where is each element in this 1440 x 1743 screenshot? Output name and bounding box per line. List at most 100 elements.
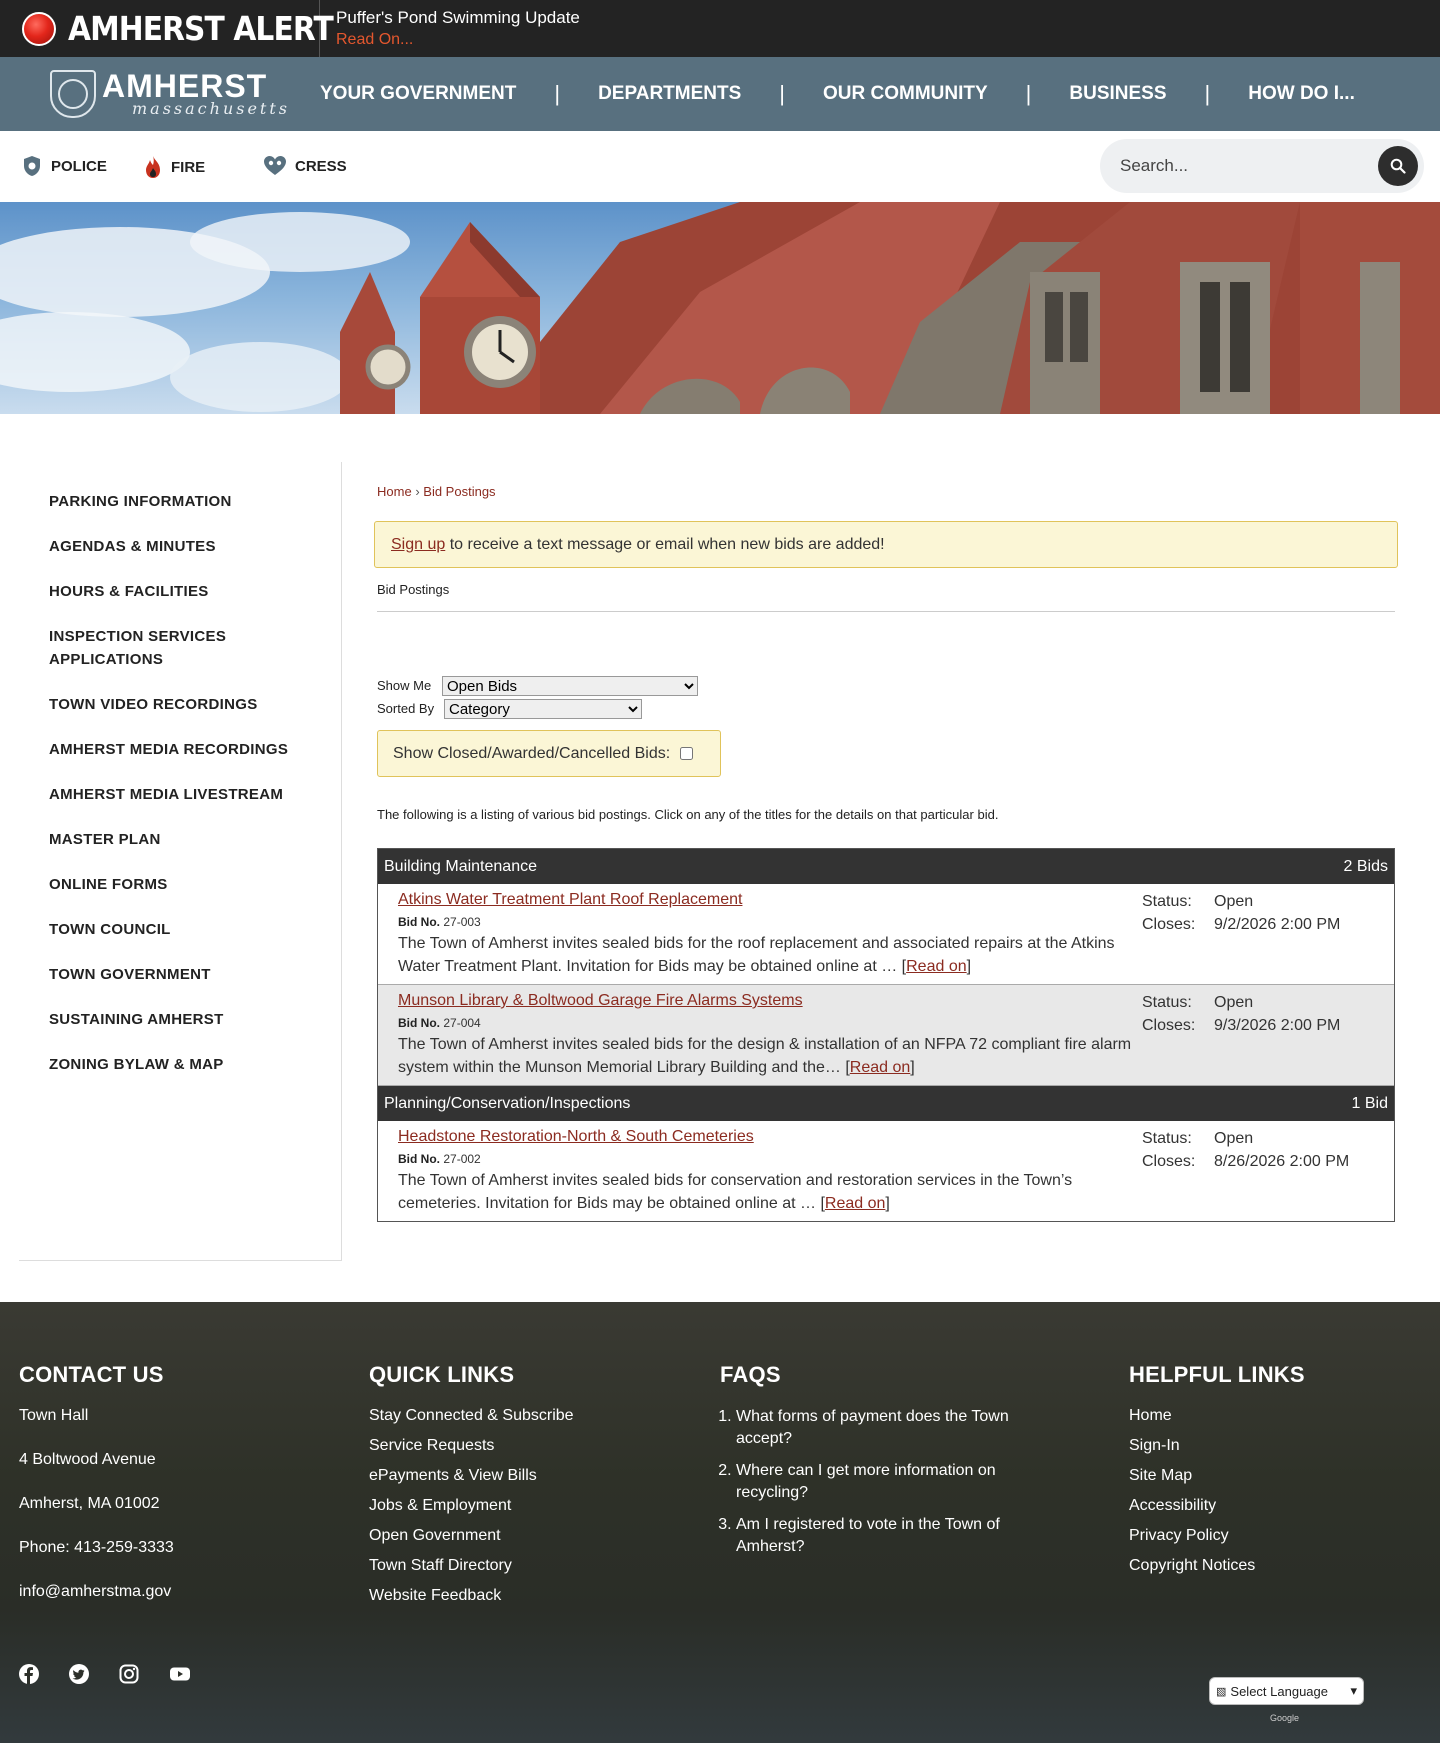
alert-siren-icon [22,11,56,46]
closed-bids-checkbox[interactable] [680,747,694,760]
helpful-link[interactable]: Copyright Notices [1129,1556,1305,1576]
hero-banner [0,202,1440,414]
signup-notice-text: to receive a text message or email when … [445,536,885,553]
search-icon [1390,158,1406,174]
faq-link[interactable]: Where can I get more information on recy… [736,1462,996,1501]
helpful-link[interactable]: Privacy Policy [1129,1526,1305,1546]
nav-departments[interactable]: DEPARTMENTS [598,83,741,105]
bid-title-link[interactable]: Headstone Restoration-North & South Ceme… [398,1128,754,1145]
youtube-icon[interactable] [169,1664,191,1689]
nav-our-community[interactable]: OUR COMMUNITY [823,83,988,105]
police-label: POLICE [51,157,107,175]
alert-title-link[interactable]: Puffer's Pond Swimming Update [336,7,580,29]
bid-read-on-link[interactable]: Read on [850,1059,911,1076]
sidebar-item-town-government[interactable]: TOWN GOVERNMENT [49,963,304,986]
closed-bids-toggle-box: Show Closed/Awarded/Cancelled Bids: [377,730,721,777]
cress-link[interactable]: CRESS [263,155,347,177]
bid-read-on-link[interactable]: Read on [906,958,967,975]
search-button[interactable] [1378,146,1418,186]
breadcrumb-home[interactable]: Home [377,484,412,499]
quick-link[interactable]: Service Requests [369,1436,574,1456]
bid-number: Bid No. 27-003 [398,915,481,929]
contact-line: Town Hall [19,1407,89,1424]
sidebar-item-agendas-minutes[interactable]: AGENDAS & MINUTES [49,535,304,558]
police-link[interactable]: POLICE [21,155,107,177]
hands-heart-icon [264,156,286,175]
footer-quick-links: QUICK LINKS Stay Connected & Subscribe S… [369,1362,574,1616]
search-input[interactable] [1120,156,1370,176]
nav-separator: | [1204,81,1211,106]
contact-email-link[interactable]: info@amherstma.gov [19,1582,174,1602]
quick-link[interactable]: Jobs & Employment [369,1496,574,1516]
bid-status: Status: Open Closes: 8/26/2026 2:00 PM [1132,1127,1349,1215]
closed-bids-label: Show Closed/Awarded/Cancelled Bids: [393,744,671,762]
bid-title-link[interactable]: Atkins Water Treatment Plant Roof Replac… [398,891,742,908]
category-count: 2 Bids [1343,857,1388,875]
twitter-icon[interactable] [69,1664,89,1689]
breadcrumb: Home › Bid Postings [377,484,1397,499]
quick-link[interactable]: Town Staff Directory [369,1556,574,1576]
language-select-label: Select Language [1230,1683,1328,1699]
category-name: Planning/Conservation/Inspections [384,1094,631,1112]
sidebar-item-amherst-media-recordings[interactable]: AMHERST MEDIA RECORDINGS [49,738,304,761]
nav-links: YOUR GOVERNMENT | DEPARTMENTS | OUR COMM… [320,57,1355,131]
bid-closes-value: 9/3/2026 2:00 PM [1214,1017,1341,1034]
site-logo[interactable]: AMHERST massachusetts [0,57,320,131]
utility-bar: POLICE FIRE CRESS [0,131,1440,202]
translate-icon: ▧ [1216,1685,1227,1698]
show-me-select[interactable]: Open Bids [442,675,698,696]
helpful-link[interactable]: Accessibility [1129,1496,1305,1516]
sorted-by-select[interactable]: Category [444,698,642,719]
sidebar-item-online-forms[interactable]: ONLINE FORMS [49,873,304,896]
nav-your-government[interactable]: YOUR GOVERNMENT [320,83,516,105]
bid-title-link[interactable]: Munson Library & Boltwood Garage Fire Al… [398,992,803,1009]
cress-label: CRESS [295,157,347,175]
nav-business[interactable]: BUSINESS [1069,83,1166,105]
footer-contact-heading: CONTACT US [19,1362,164,1387]
alert-brand-title: AMHERST ALERT [68,9,334,48]
helpful-link[interactable]: Sign-In [1129,1436,1305,1456]
bid-read-on-link[interactable]: Read on [825,1195,886,1212]
bid-closes-value: 9/2/2026 2:00 PM [1214,916,1341,933]
town-seal-icon [50,70,96,118]
quick-link[interactable]: Website Feedback [369,1586,574,1606]
signup-link[interactable]: Sign up [391,536,445,553]
quick-link[interactable]: Stay Connected & Subscribe [369,1406,574,1426]
breadcrumb-current[interactable]: Bid Postings [423,484,495,499]
quick-link[interactable]: Open Government [369,1526,574,1546]
sidebar-item-town-council[interactable]: TOWN COUNCIL [49,918,304,941]
alert-read-on-link[interactable]: Read On... [336,29,580,51]
bid-number: Bid No. 27-004 [398,1016,481,1030]
bid-description: The Town of Amherst invites sealed bids … [398,935,1115,975]
quick-link[interactable]: ePayments & View Bills [369,1466,574,1486]
nav-how-do-i[interactable]: HOW DO I... [1248,83,1355,105]
alert-bar: AMHERST ALERT Puffer's Pond Swimming Upd… [0,0,1440,57]
sidebar-item-amherst-media-livestream[interactable]: AMHERST MEDIA LIVESTREAM [49,783,304,806]
helpful-link[interactable]: Site Map [1129,1466,1305,1486]
nav-separator: | [779,81,786,106]
language-select[interactable]: ▧ Select Language ▾ [1209,1677,1364,1705]
instagram-icon[interactable] [119,1664,139,1689]
facebook-icon[interactable] [19,1664,39,1689]
faq-link[interactable]: Am I registered to vote in the Town of A… [736,1516,1000,1555]
sidebar-item-sustaining-amherst[interactable]: SUSTAINING AMHERST [49,1008,304,1031]
google-powered-label: Google [1270,1713,1300,1723]
sidebar-item-parking-information[interactable]: PARKING INFORMATION [49,490,304,513]
alert-brand[interactable]: AMHERST ALERT [0,0,334,57]
contact-phone: Phone: 413-259-3333 [19,1539,174,1556]
helpful-link[interactable]: Home [1129,1406,1305,1426]
footer-helpful-heading: HELPFUL LINKS [1129,1362,1305,1387]
fire-link[interactable]: FIRE [143,155,205,179]
footer-quick-heading: QUICK LINKS [369,1362,515,1387]
flame-icon [146,156,160,178]
faq-link[interactable]: What forms of payment does the Town acce… [736,1408,1009,1447]
contact-line: 4 Boltwood Avenue [19,1451,156,1468]
sidebar-item-zoning-bylaw-map[interactable]: ZONING BYLAW & MAP [49,1053,304,1076]
sidebar-item-master-plan[interactable]: MASTER PLAN [49,828,304,851]
sidebar-item-hours-facilities[interactable]: HOURS & FACILITIES [49,580,304,603]
sidebar-item-inspection-services[interactable]: INSPECTION SERVICES APPLICATIONS [49,625,304,671]
bid-description: The Town of Amherst invites sealed bids … [398,1036,1132,1076]
sidebar-item-town-video-recordings[interactable]: TOWN VIDEO RECORDINGS [49,693,304,716]
show-me-label: Show Me [377,678,432,693]
town-hall-photo [0,202,1440,414]
